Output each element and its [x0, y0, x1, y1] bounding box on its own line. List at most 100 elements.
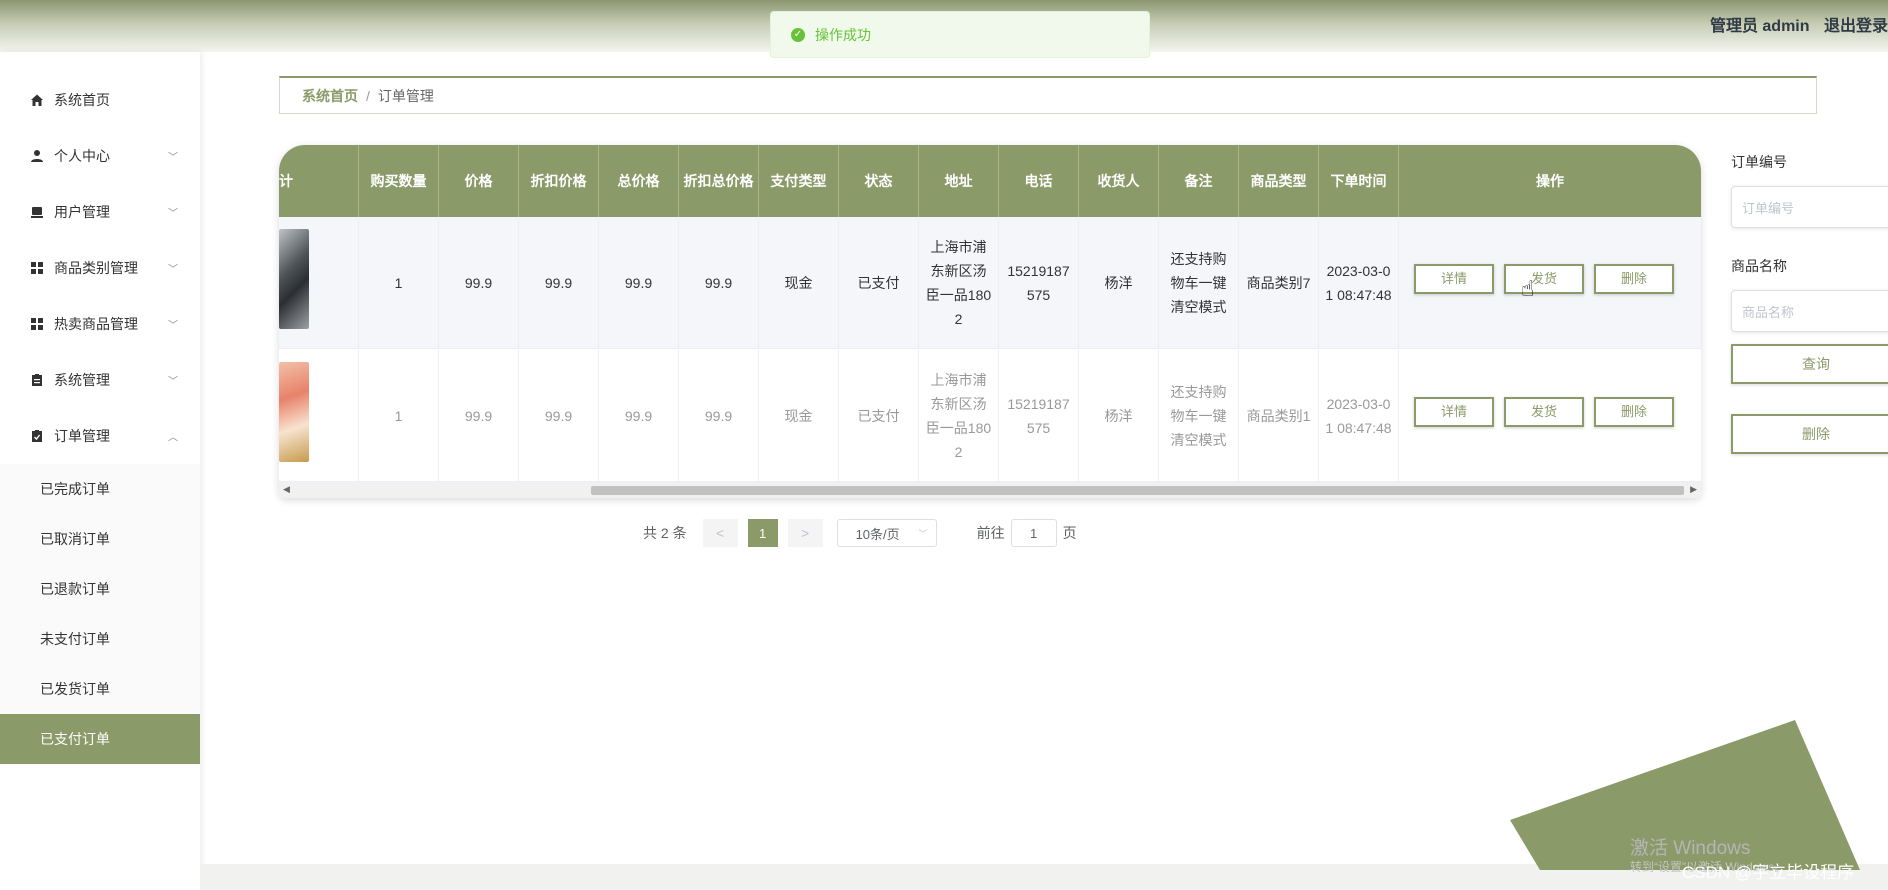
sidebar-item-hot-products[interactable]: 热卖商品管理 ﹀	[0, 296, 200, 352]
order-no-input[interactable]: 订单编号	[1731, 186, 1888, 228]
sidebar-item-system[interactable]: 系统管理 ﹀	[0, 352, 200, 408]
col-header-status: 状态	[839, 145, 919, 217]
prev-page-button[interactable]: <	[702, 519, 738, 547]
logout-link[interactable]: 退出登录	[1824, 18, 1888, 35]
product-image-cell	[279, 217, 359, 349]
table-row: 1 99.9 99.9 99.9 99.9 现金 已支付 上海市浦东新区汤臣一品…	[279, 350, 1701, 482]
address-cell: 上海市浦东新区汤臣一品1802	[919, 217, 999, 349]
chevron-down-icon: ﹀	[168, 208, 178, 220]
horizontal-scrollbar[interactable]: ◀ ▶	[279, 482, 1701, 498]
discount-price-cell: 99.9	[519, 350, 599, 482]
col-header-address: 地址	[919, 145, 999, 217]
orders-table: 计 购买数量 价格 折扣价格 总价格 折扣总价格 支付类型 状态 地址 电话 收…	[279, 145, 1701, 498]
ship-button[interactable]: 发货	[1504, 264, 1584, 294]
page-size-select[interactable]: 10条/页 ﹀	[836, 519, 937, 547]
breadcrumb-current: 订单管理	[377, 87, 434, 104]
sidebar-item-users[interactable]: 用户管理 ﹀	[0, 184, 200, 240]
scroll-right-icon[interactable]: ▶	[1690, 484, 1697, 495]
user-icon	[30, 149, 44, 163]
col-header-phone: 电话	[999, 145, 1079, 217]
col-header-note: 备注	[1159, 145, 1239, 217]
discount-total-cell: 99.9	[679, 217, 759, 349]
quantity-cell: 1	[359, 217, 439, 349]
users-icon	[30, 205, 44, 219]
user-area: 管理员 admin 退出登录	[1700, 12, 1888, 36]
sidebar-item-label: 商品类别管理	[54, 260, 138, 276]
sidebar-subitem-refunded[interactable]: 已退款订单	[0, 564, 200, 614]
category-cell: 商品类别1	[1239, 350, 1319, 482]
sidebar-item-label: 系统管理	[54, 372, 110, 388]
chevron-down-icon: ﹀	[168, 152, 178, 164]
sidebar-item-orders[interactable]: 订单管理 ︿	[0, 408, 200, 464]
delete-button[interactable]: 删除	[1594, 264, 1674, 294]
total-price-cell: 99.9	[599, 350, 679, 482]
clipboard-check-icon	[30, 429, 44, 443]
phone-cell: 15219187575	[999, 217, 1079, 349]
batch-delete-button[interactable]: 删除	[1731, 414, 1888, 454]
total-price-cell: 99.9	[599, 217, 679, 349]
sidebar-item-label: 系统首页	[54, 92, 110, 108]
detail-button[interactable]: 详情	[1414, 264, 1494, 294]
payment-type-cell: 现金	[759, 350, 839, 482]
goto-page-input[interactable]: 1	[1010, 519, 1057, 547]
sidebar-item-label: 个人中心	[54, 148, 110, 164]
discount-total-cell: 99.9	[679, 350, 759, 482]
sidebar-item-category[interactable]: 商品类别管理 ﹀	[0, 240, 200, 296]
price-cell: 99.9	[439, 217, 519, 349]
breadcrumb-home[interactable]: 系统首页	[302, 86, 358, 106]
home-icon	[30, 93, 44, 107]
chevron-up-icon: ︿	[168, 432, 178, 444]
delete-button[interactable]: 删除	[1594, 397, 1674, 427]
col-header-partial: 计	[279, 145, 359, 217]
quantity-cell: 1	[359, 350, 439, 482]
sidebar-subitem-paid[interactable]: 已支付订单	[0, 714, 200, 764]
admin-label: 管理员 admin	[1709, 18, 1810, 35]
goto-suffix: 页	[1062, 525, 1077, 541]
sidebar-subitem-cancelled[interactable]: 已取消订单	[0, 514, 200, 564]
csdn-watermark: CSDN @宇立毕设程序	[1682, 863, 1855, 882]
page-number-current[interactable]: 1	[747, 519, 778, 547]
sidebar-item-label: 订单管理	[54, 428, 110, 444]
phone-cell: 15219187575	[999, 350, 1079, 482]
scrollbar-thumb[interactable]	[591, 486, 1684, 495]
order-time-cell: 2023-03-01 08:47:48	[1319, 217, 1399, 349]
sidebar-subitem-unpaid[interactable]: 未支付订单	[0, 614, 200, 664]
table-row: 1 99.9 99.9 99.9 99.9 现金 已支付 上海市浦东新区汤臣一品…	[279, 217, 1701, 349]
goto-prefix: 前往	[976, 525, 1005, 541]
receiver-cell: 杨洋	[1079, 350, 1159, 482]
note-cell: 还支持购物车一键清空模式	[1159, 217, 1239, 349]
query-button[interactable]: 查询	[1731, 344, 1888, 384]
sidebar-item-home[interactable]: 系统首页	[0, 72, 200, 128]
product-name-input[interactable]: 商品名称	[1731, 290, 1888, 332]
sidebar: 系统首页 个人中心 ﹀ 用户管理 ﹀ 商品类别管理 ﹀ 热卖商品管理 ﹀ 系统管…	[0, 52, 200, 890]
actions-cell: 详情 发货 删除	[1399, 217, 1701, 349]
payment-type-cell: 现金	[759, 217, 839, 349]
col-header-price: 价格	[439, 145, 519, 217]
col-header-order-time: 下单时间	[1319, 145, 1399, 217]
breadcrumb: 系统首页 / 订单管理	[279, 76, 1817, 114]
scroll-left-icon[interactable]: ◀	[283, 484, 290, 495]
ship-button[interactable]: 发货	[1504, 397, 1584, 427]
sidebar-item-profile[interactable]: 个人中心 ﹀	[0, 128, 200, 184]
detail-button[interactable]: 详情	[1414, 397, 1494, 427]
product-image-cell	[279, 350, 359, 482]
sidebar-subitem-shipped[interactable]: 已发货订单	[0, 664, 200, 714]
sidebar-item-label: 热卖商品管理	[54, 316, 138, 332]
sidebar-subitem-completed[interactable]: 已完成订单	[0, 464, 200, 514]
clipboard-icon	[30, 373, 44, 387]
discount-price-cell: 99.9	[519, 217, 599, 349]
toast-message: 操作成功	[815, 26, 871, 43]
price-cell: 99.9	[439, 350, 519, 482]
product-thumbnail	[279, 229, 309, 329]
table-header: 计 购买数量 价格 折扣价格 总价格 折扣总价格 支付类型 状态 地址 电话 收…	[279, 145, 1701, 217]
col-header-category: 商品类型	[1239, 145, 1319, 217]
order-time-cell: 2023-03-01 08:47:48	[1319, 350, 1399, 482]
hand-cursor-icon: ☝	[1521, 276, 1535, 301]
chevron-down-icon: ﹀	[918, 528, 928, 539]
pagination: 共 2 条 < 1 > 10条/页 ﹀ 前往 1 页	[643, 518, 1077, 548]
category-cell: 商品类别7	[1239, 217, 1319, 349]
next-page-button[interactable]: >	[787, 519, 823, 547]
order-no-label: 订单编号	[1731, 154, 1787, 170]
col-header-actions: 操作	[1536, 173, 1564, 189]
address-cell: 上海市浦东新区汤臣一品1802	[919, 350, 999, 482]
